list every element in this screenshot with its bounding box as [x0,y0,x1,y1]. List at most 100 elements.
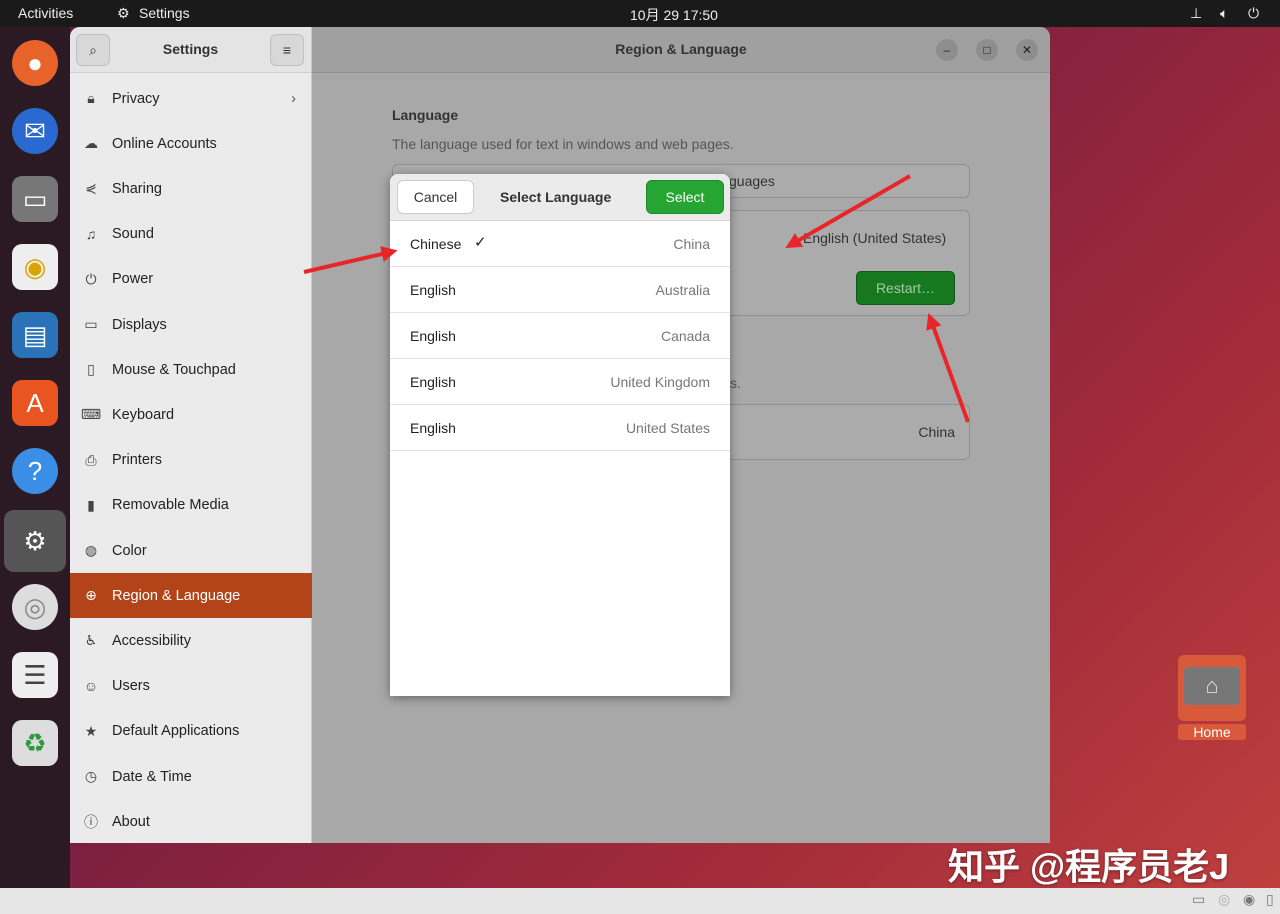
rhythmbox-icon[interactable]: ◉ [12,244,58,290]
home-icon: ⌂ [1184,667,1240,705]
language-row[interactable]: English United Kingdom [390,359,730,405]
language-name: English [410,374,456,390]
network-icon[interactable]: ⊥ [1190,5,1202,22]
language-value[interactable]: English (United States) [803,230,946,246]
sidebar-item[interactable]: ▭ Displays [70,302,312,347]
sidebar-item[interactable]: ⋞ Sharing [70,166,312,211]
sidebar-item[interactable]: ⊕ Region & Language [70,573,312,619]
sidebar-item-label: Accessibility [112,632,191,649]
firefox-icon[interactable]: ● [12,40,58,86]
sidebar-item-label: Sound [112,226,154,243]
sidebar-item-label: Default Applications [112,723,240,740]
share-icon: ⋞ [85,180,97,197]
settings-icon[interactable]: ⚙ [4,510,66,572]
close-button[interactable]: ✕ [1016,39,1038,61]
minimize-button[interactable]: – [936,39,958,61]
sidebar-item[interactable]: ⏻ Power [70,257,312,302]
sidebar-item[interactable]: ☺ Users [70,664,312,709]
hard-disk-icon[interactable]: ▭ [1192,891,1205,908]
mouse-icon: ▯ [87,361,95,378]
sidebar-item-label: Displays [112,316,167,333]
sidebar-item-label: Sharing [112,180,162,197]
dock: ● ✉ ▭ ◉ ▤ A ? ⚙ ◎ ☰ ♻ [0,27,70,888]
sidebar-item[interactable]: ♫ Sound [70,212,312,257]
sidebar-item[interactable]: ▮ Removable Media [70,483,312,528]
menu-button[interactable]: ≡ [270,34,304,66]
sidebar-item[interactable]: ◷ Date & Time [70,754,312,799]
help-icon[interactable]: ? [12,448,58,494]
app-menu[interactable]: Settings [139,5,190,21]
sidebar-item-label: Color [112,542,147,559]
usb-icon: ▮ [87,496,95,513]
language-row[interactable]: Chinese ✓ China [390,221,730,267]
vm-status-bar: ▭ ◎ ◉ ▯ [0,888,1280,914]
music-icon: ♫ [85,226,97,243]
dialog-title: Select Language [500,189,612,205]
display-icon: ▭ [84,316,98,332]
sidebar-item-label: Region & Language [112,587,241,604]
language-row[interactable]: English Canada [390,313,730,359]
sidebar: ⌕ Settings ≡ 🔒︎ Privacy › ☁ Online Accounts ⋞… [70,27,312,843]
sidebar-item-label: Users [112,678,150,695]
info-icon: ⓘ [84,813,98,830]
files-icon[interactable]: ▭ [12,176,58,222]
sidebar-item[interactable]: ♿︎ Accessibility [70,618,312,663]
text-editor-icon[interactable]: ☰ [12,652,58,698]
sidebar-item[interactable]: ★ Default Applications [70,709,312,754]
sidebar-item[interactable]: ⌨ Keyboard [70,392,312,437]
lock-icon: 🔒︎ [87,90,95,106]
language-name: English [410,328,456,344]
printer-icon: ⎙ [85,451,97,468]
sidebar-item-label: About [112,813,150,830]
optical-drive-active-icon[interactable]: ◉ [1243,891,1255,908]
sidebar-item[interactable]: ▯ Mouse & Touchpad [70,347,312,392]
home-folder-icon[interactable]: ⌂ Home [1178,655,1246,740]
sidebar-item-label: Mouse & Touchpad [112,361,236,378]
watermark: 知乎 @程序员老J [948,846,1230,887]
optical-drive-icon[interactable]: ◎ [1218,891,1230,908]
star-icon: ★ [84,722,98,739]
region-name: Australia [655,282,710,298]
region-name: China [673,236,710,252]
header-bar: Region & Language – □ ✕ [312,27,1050,73]
sidebar-item-label: Power [112,271,154,288]
clock[interactable]: 10月 29 17:50 [630,5,718,25]
cloud-icon: ☁ [84,135,98,152]
sidebar-item-label: Removable Media [112,497,229,514]
gear-icon: ⚙ [117,5,130,21]
maximize-button[interactable]: □ [976,39,998,61]
sidebar-item-label: Online Accounts [112,135,217,152]
sidebar-item[interactable]: 🔒︎ Privacy › [70,76,312,121]
floppy-icon[interactable]: ▯ [1266,891,1274,908]
globe-icon: ⊕ [85,587,97,604]
language-row[interactable]: English United States [390,405,730,451]
cancel-button[interactable]: Cancel [397,180,474,214]
sidebar-item[interactable]: ☁ Online Accounts [70,121,312,166]
sidebar-item-label: Printers [112,452,162,469]
power-icon[interactable]: ⏻ [1248,5,1259,22]
clock-icon: ◷ [84,768,98,784]
region-name: United Kingdom [610,374,710,390]
thunderbird-icon[interactable]: ✉ [12,108,58,154]
activities-button[interactable]: Activities [18,5,73,21]
writer-icon[interactable]: ▤ [12,312,58,358]
select-button[interactable]: Select [646,180,724,214]
language-heading: Language [392,107,459,123]
trash-icon[interactable]: ♻ [12,720,58,766]
sidebar-item[interactable]: ◍ Color [70,528,312,573]
volume-icon[interactable]: 🔈︎ [1220,5,1228,22]
language-row[interactable]: English Australia [390,267,730,313]
language-name: English [410,420,456,436]
app-center-icon[interactable]: A [12,380,58,426]
sidebar-item-label: Keyboard [112,406,175,423]
disc-icon[interactable]: ◎ [12,584,58,630]
sidebar-item[interactable]: ⓘ About [70,799,312,843]
region-name: Canada [660,328,710,344]
chevron-right-icon: › [291,90,296,107]
restart-button[interactable]: Restart… [856,271,955,305]
power-icon: ⏻ [85,270,97,287]
keyboard-icon: ⌨ [80,406,102,423]
sidebar-item[interactable]: ⎙ Printers [70,438,312,483]
color-icon: ◍ [84,542,98,558]
language-name: English [410,282,456,298]
